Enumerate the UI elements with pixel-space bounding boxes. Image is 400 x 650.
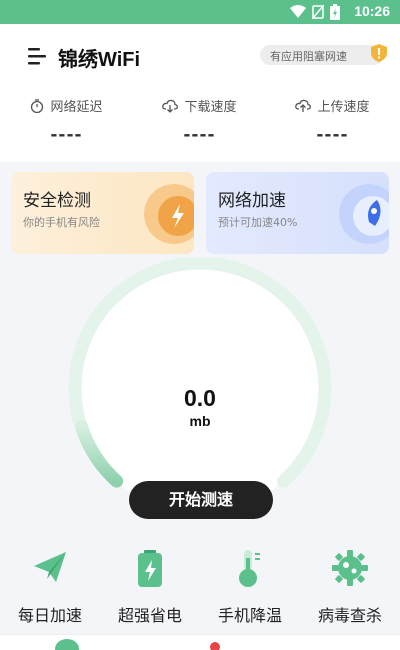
card-subtitle: 预计可加速40% xyxy=(218,216,298,229)
battery-icon xyxy=(138,550,162,587)
clock: 10:26 xyxy=(354,3,390,19)
menu-icon[interactable] xyxy=(26,46,48,66)
tool-label: 每日加速 xyxy=(17,606,82,625)
bottom-nav-bar xyxy=(0,634,400,650)
tool-daily-boost[interactable]: 每日加速 xyxy=(0,548,100,626)
metric-value: ---- xyxy=(50,125,83,145)
card-title: 网络加速 xyxy=(218,191,286,211)
metric-download: 下载速度 ---- xyxy=(133,96,266,145)
network-boost-card[interactable]: 网络加速 预计可加速40% xyxy=(206,172,389,254)
tool-label: 病毒查杀 xyxy=(317,606,382,625)
header: 锦绣WiFi 有应用阻塞网速 网络延迟 ---- 下载速度 ---- 上传速度 … xyxy=(0,24,400,162)
app-title: 锦绣WiFi xyxy=(58,49,141,71)
tool-power-saving[interactable]: 超强省电 xyxy=(100,548,200,626)
cloud-upload-icon xyxy=(295,99,312,112)
metric-label: 下载速度 xyxy=(184,100,237,115)
metric-value: ---- xyxy=(183,125,216,145)
shield-warning-icon xyxy=(371,44,387,62)
tool-virus-scan[interactable]: 病毒查杀 xyxy=(300,548,400,626)
battery-charging-icon xyxy=(330,4,340,20)
status-bar: 10:26 xyxy=(0,0,400,24)
rocket-icon xyxy=(339,184,389,244)
metric-value: ---- xyxy=(316,125,349,145)
virus-gear-icon xyxy=(332,550,368,586)
metric-label: 上传速度 xyxy=(317,100,370,115)
timer-icon xyxy=(31,98,44,113)
metric-upload: 上传速度 ---- xyxy=(266,96,399,145)
status-icons xyxy=(290,4,340,20)
tool-phone-cooling[interactable]: 手机降温 xyxy=(200,548,300,626)
card-subtitle: 你的手机有风险 xyxy=(23,216,100,229)
cloud-download-icon xyxy=(162,99,179,113)
card-title: 安全检测 xyxy=(23,191,91,211)
nav-tab-tools-icon[interactable] xyxy=(205,637,225,650)
speed-value: 0.0 xyxy=(184,385,216,411)
start-speed-test-button[interactable]: 开始测速 xyxy=(129,481,273,519)
nav-tab-home-icon[interactable] xyxy=(52,637,82,650)
shield-lightning-icon xyxy=(144,184,194,244)
no-sim-icon xyxy=(312,5,324,19)
paper-plane-icon xyxy=(34,552,66,582)
tool-label: 超强省电 xyxy=(117,606,182,625)
metric-latency: 网络延迟 ---- xyxy=(0,96,133,145)
metric-label: 网络延迟 xyxy=(50,100,103,115)
speed-unit: mb xyxy=(189,413,211,429)
alert-text: 有应用阻塞网速 xyxy=(270,50,347,63)
security-check-card[interactable]: 安全检测 你的手机有风险 xyxy=(11,172,194,254)
app-blocking-alert[interactable]: 有应用阻塞网速 xyxy=(260,44,387,65)
tool-label: 手机降温 xyxy=(217,606,282,625)
wifi-icon xyxy=(290,5,306,18)
thermometer-icon xyxy=(239,550,260,587)
